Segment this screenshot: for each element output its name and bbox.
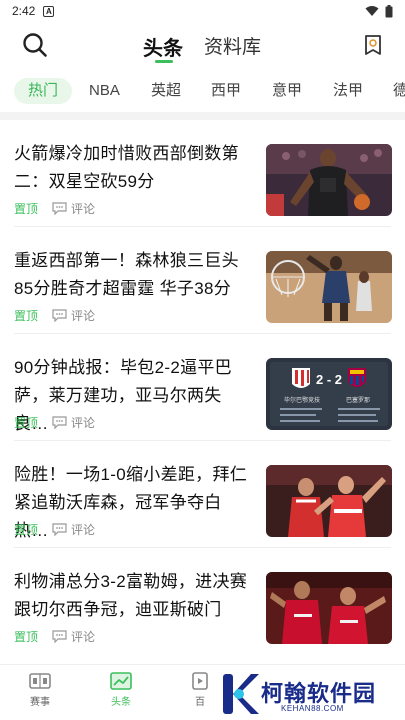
status-bar: 2:42 A — [0, 0, 405, 22]
battery-icon — [385, 4, 393, 17]
news-meta: 置顶 评论 — [14, 307, 95, 324]
pinned-label: 置顶 — [14, 630, 39, 644]
news-title: 利物浦总分3-2富勒姆，进决赛跟切尔西争冠，迪亚斯破门 — [14, 572, 248, 619]
bottom-tab-label: 头条 — [111, 697, 131, 708]
pinned-label: 置顶 — [14, 202, 39, 216]
news-thumbnail-scoreboard: 2 - 2 毕尔巴鄂竞技 巴塞罗那 — [266, 358, 392, 430]
watermark: 柯翰软件园 KEHAN88.COM — [219, 670, 399, 718]
comment-icon — [52, 202, 67, 215]
membership-button[interactable] — [363, 34, 383, 56]
category-bar: 热门 NBA 英超 西甲 意甲 法甲 德 — [0, 72, 405, 108]
category-ligue1[interactable]: 法甲 — [333, 78, 363, 104]
bottom-tab-label: 百 — [195, 697, 205, 708]
comment-link[interactable]: 评论 — [71, 307, 95, 324]
bottom-tab-matches[interactable]: 赛事 — [10, 671, 70, 708]
news-thumbnail-football-celebration — [266, 465, 392, 537]
comment-link[interactable]: 评论 — [71, 521, 95, 538]
news-thumbnail-liverpool-celebration — [266, 572, 392, 644]
category-nba[interactable]: NBA — [89, 78, 120, 104]
news-title: 重返西部第一！森林狼三巨头85分胜奇才超雷霆 华子38分 — [14, 251, 239, 298]
tab-database[interactable]: 资料库 — [204, 32, 261, 59]
comment-icon — [52, 416, 67, 429]
comment-icon — [52, 523, 67, 536]
bottom-tab-label: 赛事 — [30, 697, 50, 708]
top-nav: 头条 资料库 — [0, 26, 405, 66]
status-time: 2:42 — [12, 4, 36, 18]
pinned-label: 置顶 — [14, 309, 39, 323]
news-item[interactable]: 重返西部第一！森林狼三巨头85分胜奇才超雷霆 华子38分 置顶 评论 — [0, 227, 405, 334]
news-meta: 置顶 评论 — [14, 628, 95, 645]
section-divider — [0, 112, 405, 120]
wifi-icon — [365, 6, 379, 16]
comment-link[interactable]: 评论 — [71, 628, 95, 645]
search-button[interactable] — [22, 32, 48, 58]
status-icons — [365, 4, 393, 18]
news-item[interactable]: 利物浦总分3-2富勒姆，进决赛跟切尔西争冠，迪亚斯破门 置顶 评论 — [0, 548, 405, 655]
bottom-tab-headlines[interactable]: 头条 — [91, 671, 151, 708]
category-laliga[interactable]: 西甲 — [211, 78, 241, 104]
search-icon — [23, 33, 47, 57]
away-team-name: 巴塞罗那 — [346, 396, 370, 404]
match-score: 2 - 2 — [316, 372, 342, 387]
comment-link[interactable]: 评论 — [71, 200, 95, 217]
watermark-url: KEHAN88.COM — [281, 704, 344, 713]
news-item[interactable]: 险胜！一场1-0缩小差距，拜仁紧追勒沃库森，冠军争夺白热… 置顶 评论 — [0, 441, 405, 548]
news-meta: 置顶 评论 — [14, 521, 95, 538]
comment-icon — [52, 630, 67, 643]
badge-icon — [365, 35, 381, 55]
chart-icon — [110, 672, 132, 690]
video-icon — [192, 672, 208, 690]
comment-link[interactable]: 评论 — [71, 414, 95, 431]
news-thumbnail-basketball-rockets — [266, 144, 392, 216]
barcelona-crest — [348, 368, 366, 387]
news-meta: 置顶 评论 — [14, 200, 95, 217]
pinned-label: 置顶 — [14, 523, 39, 537]
news-thumbnail-basketball-dunk — [266, 251, 392, 323]
athletic-club-crest — [292, 368, 310, 388]
category-epl[interactable]: 英超 — [151, 78, 181, 104]
news-meta: 置顶 评论 — [14, 414, 95, 431]
news-title: 火箭爆冷加时惜败西部倒数第二：双星空砍59分 — [14, 144, 239, 191]
watermark-logo — [223, 674, 259, 714]
news-item[interactable]: 90分钟战报：毕包2-2逼平巴萨，莱万建功，亚马尔两失良… 置顶 评论 2 - … — [0, 334, 405, 441]
pinned-label: 置顶 — [14, 416, 39, 430]
category-seriea[interactable]: 意甲 — [272, 78, 302, 104]
tab-headlines[interactable]: 头条 — [143, 32, 183, 61]
comment-icon — [52, 309, 67, 322]
news-item[interactable]: 火箭爆冷加时惜败西部倒数第二：双星空砍59分 置顶 评论 — [0, 120, 405, 227]
home-team-name: 毕尔巴鄂竞技 — [284, 396, 320, 404]
category-bundesliga[interactable]: 德 — [393, 78, 405, 104]
notification-a-icon: A — [43, 5, 55, 17]
tab-active-indicator — [155, 60, 173, 63]
category-hot[interactable]: 热门 — [14, 78, 73, 104]
scoreboard-icon — [29, 673, 51, 689]
